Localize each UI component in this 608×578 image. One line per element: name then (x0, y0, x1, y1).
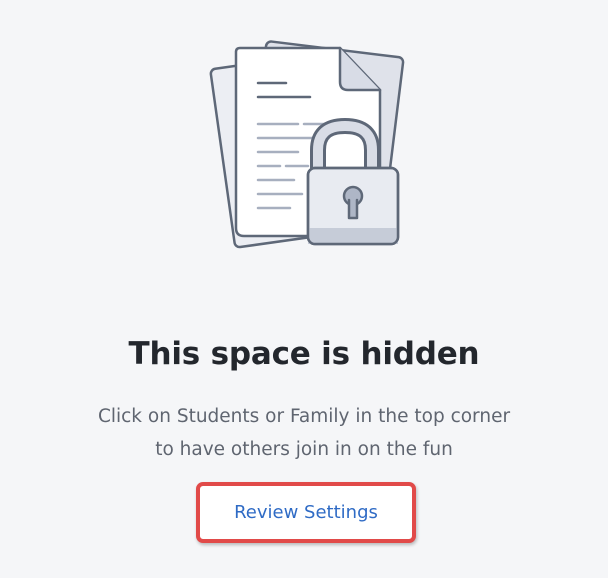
message-line-2: to have others join in on the fun (155, 439, 453, 460)
empty-state-title: This space is hidden (128, 336, 480, 372)
review-settings-button[interactable]: Review Settings (204, 490, 408, 535)
locked-documents-icon (209, 40, 405, 249)
message-line-1: Click on Students or Family in the top c… (97, 406, 511, 427)
empty-state-message: Click on Students or Family in the top c… (0, 400, 608, 466)
